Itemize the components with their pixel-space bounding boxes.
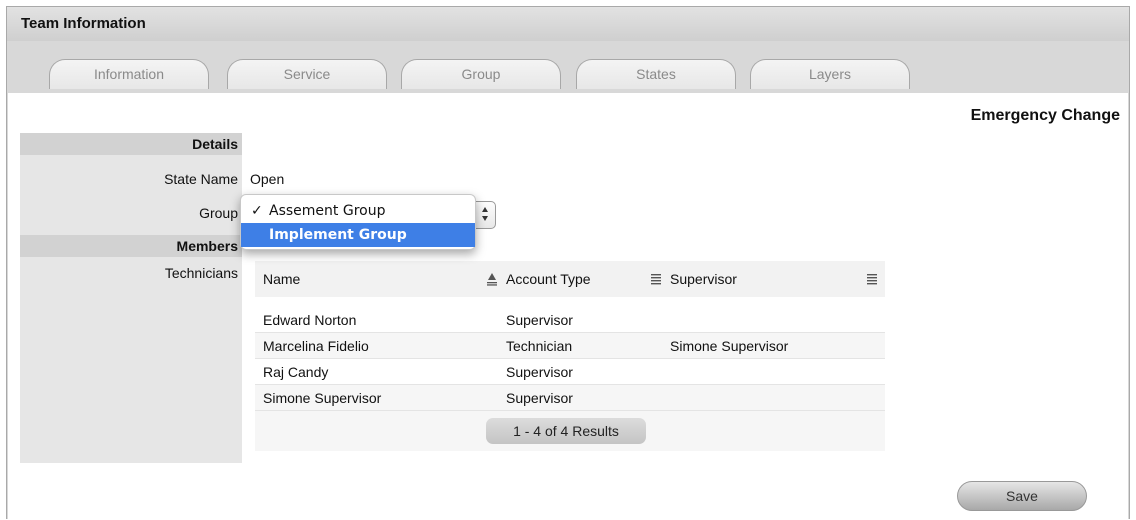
cell-name: Simone Supervisor	[263, 390, 382, 406]
cell-account-type: Supervisor	[506, 364, 573, 380]
dropdown-option-label: Implement Group	[269, 227, 407, 243]
dropdown-option-label: Assement Group	[269, 203, 386, 219]
sort-icon[interactable]	[866, 272, 878, 286]
state-name-value: Open	[250, 171, 285, 187]
sort-icon[interactable]	[650, 272, 662, 286]
table-row[interactable]: Edward Norton Supervisor	[255, 307, 885, 333]
panel-title: Team Information	[21, 15, 146, 32]
cell-account-type: Technician	[506, 338, 573, 354]
state-name-label: State Name	[164, 171, 238, 187]
team-information-panel: Team Information Information Service Gro…	[6, 6, 1130, 520]
column-header-supervisor[interactable]: Supervisor	[670, 261, 737, 297]
table-row[interactable]: Simone Supervisor Supervisor	[255, 385, 885, 411]
checkmark-icon: ✓	[251, 203, 263, 219]
panel-header: Team Information	[7, 7, 1129, 41]
details-section-header: Details	[20, 133, 242, 155]
table-header: Name Account Type Supervisor	[255, 261, 885, 297]
dropdown-option-implement-group[interactable]: Implement Group	[241, 223, 475, 247]
tab-content: Emergency Change Details State Name Open…	[8, 93, 1128, 520]
column-header-account-type[interactable]: Account Type	[506, 261, 591, 297]
group-dropdown-menu[interactable]: ✓ Assement Group Implement Group	[240, 194, 476, 250]
sort-ascending-icon[interactable]	[486, 272, 498, 286]
select-arrows-icon	[482, 207, 488, 221]
cell-supervisor: Simone Supervisor	[670, 338, 789, 354]
technicians-label: Technicians	[164, 265, 238, 281]
cell-account-type: Supervisor	[506, 390, 573, 406]
tab-information[interactable]: Information	[49, 59, 209, 89]
page-heading: Emergency Change	[970, 107, 1120, 124]
group-label: Group	[199, 205, 238, 221]
tab-strip: Information Service Group States Layers	[7, 41, 1129, 93]
cell-name: Edward Norton	[263, 312, 357, 328]
members-section-header: Members	[20, 235, 242, 257]
table-row[interactable]: Marcelina Fidelio Technician Simone Supe…	[255, 333, 885, 359]
table-row[interactable]: Raj Candy Supervisor	[255, 359, 885, 385]
cell-account-type: Supervisor	[506, 312, 573, 328]
dropdown-option-assement-group[interactable]: ✓ Assement Group	[241, 199, 475, 223]
tab-states[interactable]: States	[576, 59, 736, 89]
column-header-name[interactable]: Name	[263, 261, 300, 297]
tab-group[interactable]: Group	[401, 59, 561, 89]
results-pager[interactable]: 1 - 4 of 4 Results	[486, 418, 646, 444]
tab-layers[interactable]: Layers	[750, 59, 910, 89]
save-button[interactable]: Save	[957, 481, 1087, 511]
tab-service[interactable]: Service	[227, 59, 387, 89]
cell-name: Marcelina Fidelio	[263, 338, 369, 354]
pager-row: 1 - 4 of 4 Results	[255, 411, 885, 451]
cell-name: Raj Candy	[263, 364, 329, 380]
